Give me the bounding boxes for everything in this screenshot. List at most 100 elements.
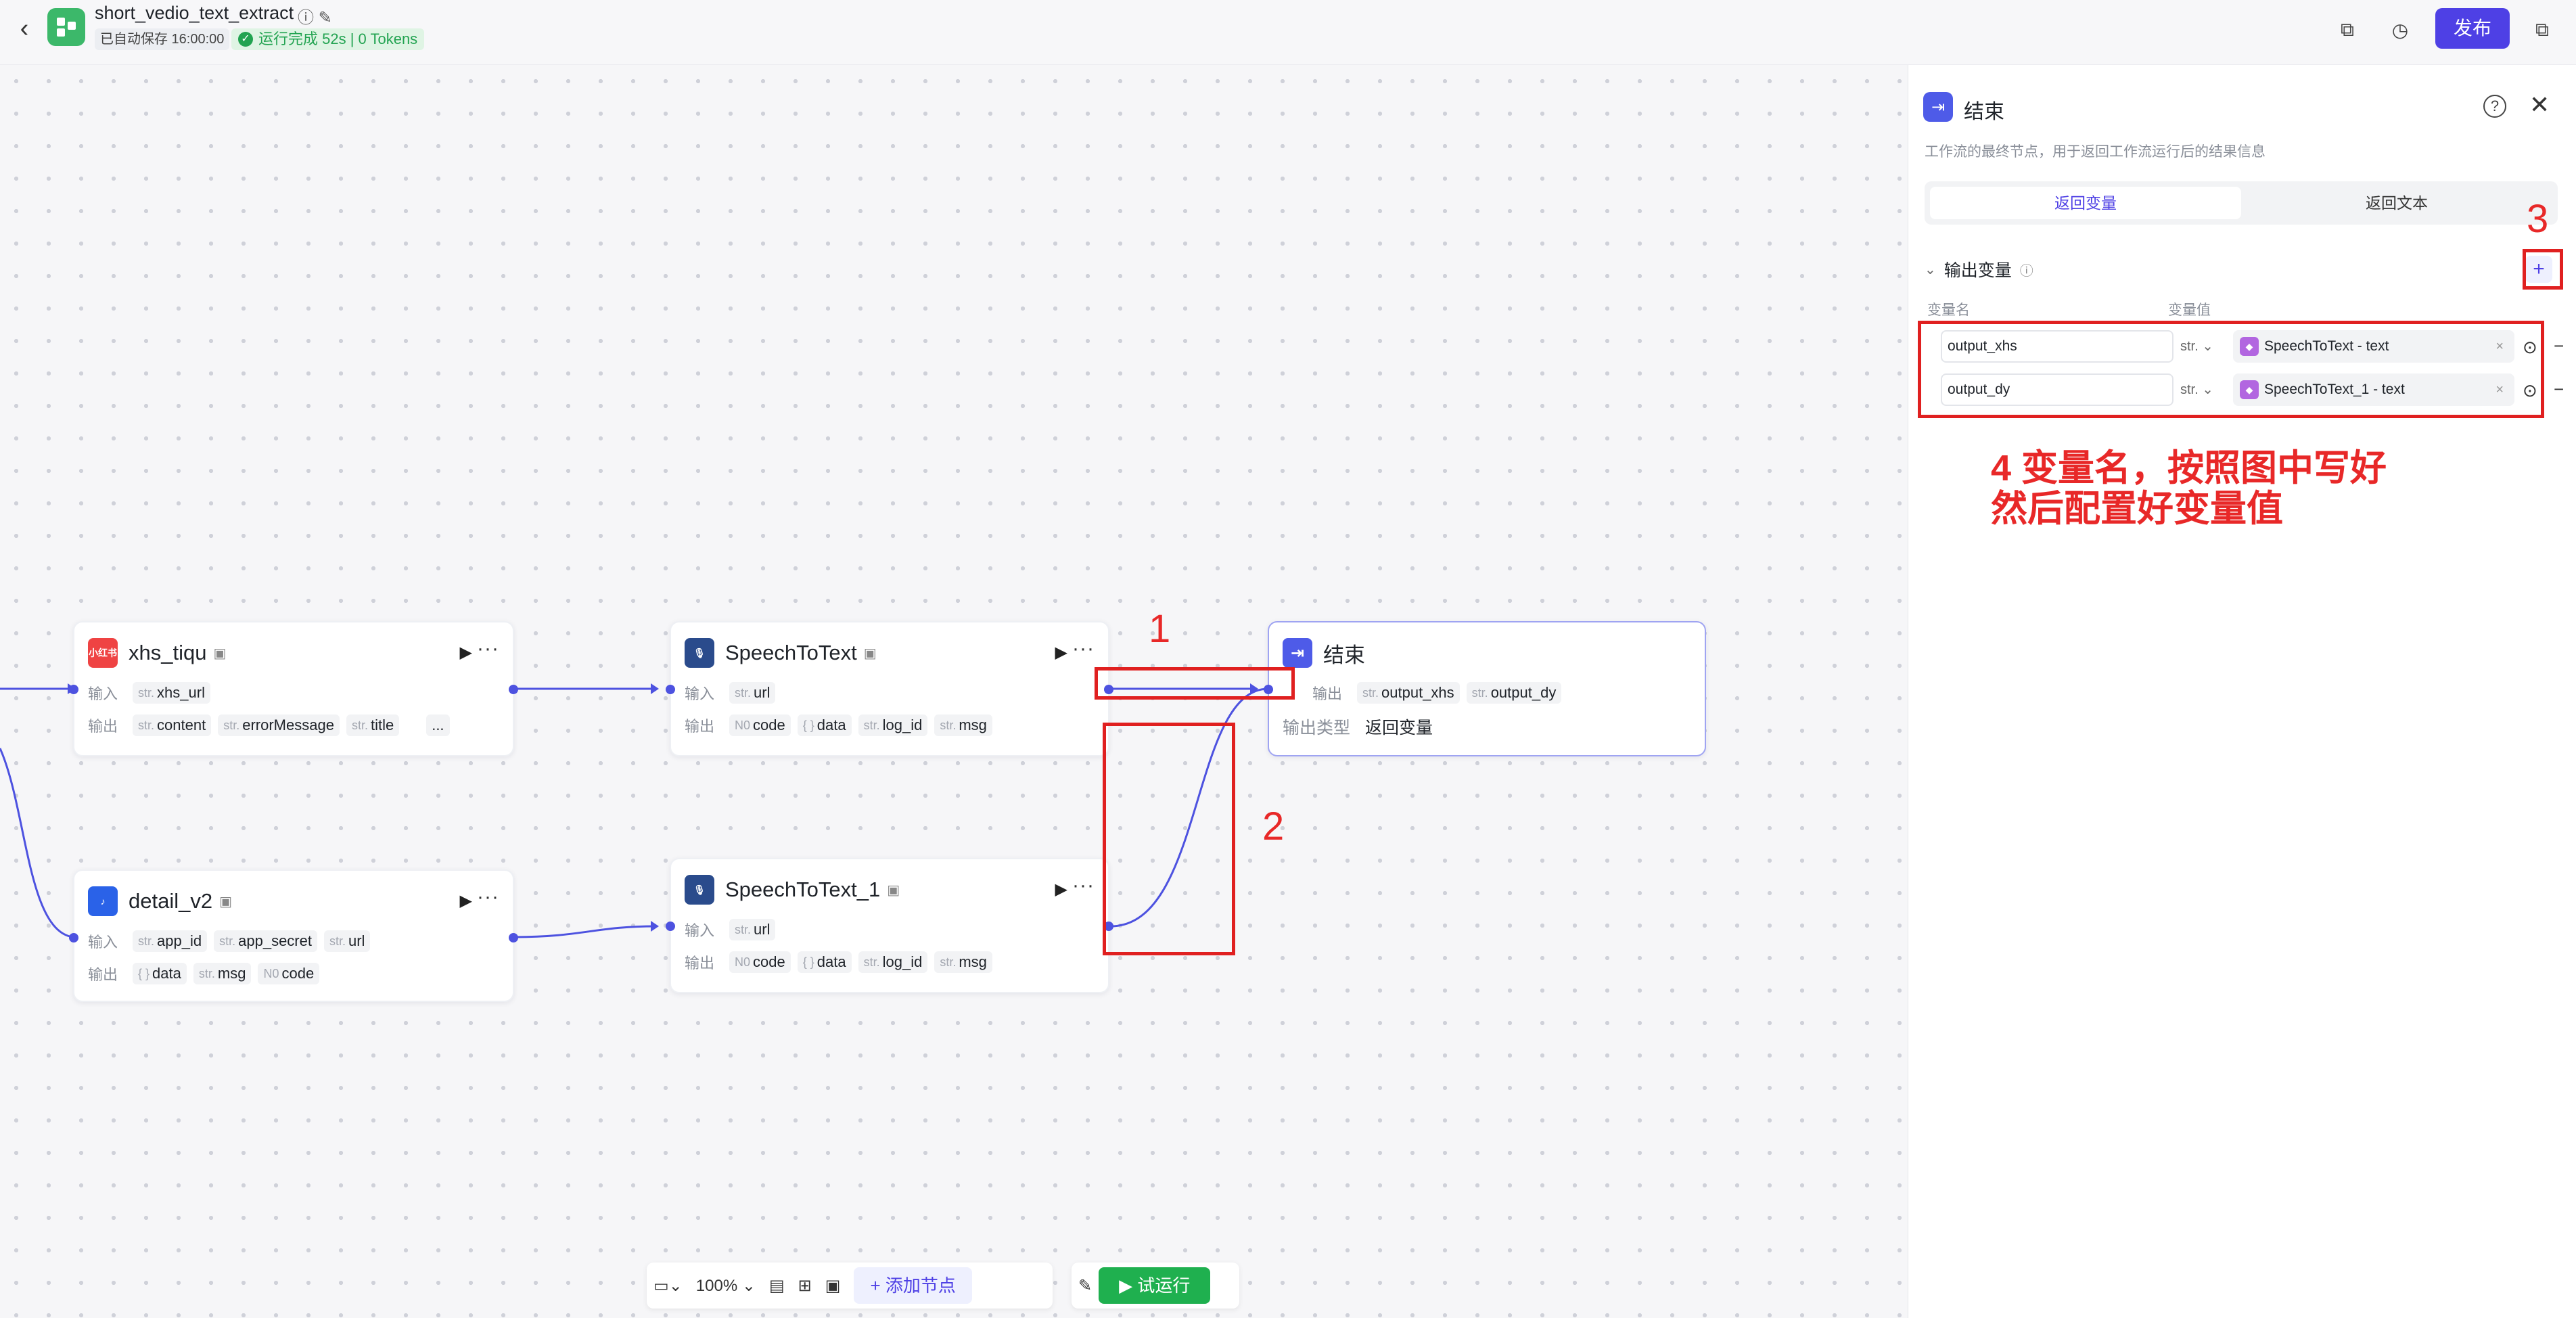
param-name: msg (959, 953, 987, 970)
chevron-left-icon[interactable]: ‹ (11, 14, 38, 43)
input-port[interactable] (666, 685, 675, 694)
publish-button[interactable]: 发布 (2435, 8, 2510, 49)
edit-icon[interactable]: ✎ (319, 9, 332, 27)
history-icon[interactable]: ◷ (2385, 15, 2415, 45)
node-title: detail_v2 (129, 889, 213, 913)
input-row: 输入 str. url (685, 919, 776, 940)
param-tag: str. title (346, 714, 400, 736)
output-label: 输出 (88, 966, 118, 983)
more-icon[interactable]: ··· (1072, 874, 1095, 897)
output-port[interactable] (509, 685, 518, 694)
param-tag: N0 code (729, 714, 791, 736)
param-name: msg (217, 965, 246, 982)
workflow-canvas[interactable]: 小红书 xhs_tiqu ▣ ▶ ··· 输入 str. xhs_url 输出 s… (0, 65, 1908, 1318)
annotation-box-1 (1095, 667, 1295, 700)
type-label: str. (940, 718, 957, 732)
type-label: str. (198, 966, 215, 980)
title-actions: ⓘ ✎ (298, 4, 332, 28)
annotation-number-3: 3 (2527, 197, 2549, 241)
param-name: url (754, 921, 770, 938)
debug-icon[interactable]: ✎ (1078, 1276, 1092, 1296)
param-name: log_id (882, 717, 923, 733)
more-params-button[interactable]: ... (426, 714, 450, 736)
zoom-value: 100% (695, 1276, 738, 1295)
play-icon[interactable]: ▶ (1055, 880, 1067, 899)
play-icon[interactable]: ▶ (1055, 643, 1067, 662)
info-icon[interactable]: ⓘ (298, 9, 314, 27)
node-header: 小红书 xhs_tiqu ▣ (88, 636, 499, 670)
output-type-row: 输出类型 返回变量 (1283, 714, 1433, 739)
param-tag: str. app_id (133, 930, 208, 952)
plugin-badge-icon: ▣ (213, 645, 227, 661)
type-label: { } (138, 966, 150, 980)
end-icon: ⇥ (1923, 92, 1953, 122)
node-end[interactable]: ⇥ 结束 输出 str. output_xhs str. output_dy 输出类… (1264, 621, 1706, 756)
copy-icon[interactable]: ⧉ (2332, 15, 2362, 45)
output-row: 输出 str. content str. errorMessage str. titl… (88, 714, 450, 736)
param-tag: str. output_xhs (1357, 682, 1460, 704)
tab-return-variable[interactable]: 返回变量 (1930, 187, 2241, 219)
duplicate-icon[interactable]: ⧉ (2527, 15, 2557, 45)
minimap-icon[interactable]: ▭⌄ (653, 1276, 683, 1296)
param-name: xhs_url (157, 684, 205, 701)
comment-icon[interactable]: ▤ (769, 1276, 785, 1296)
end-node-config-panel: ⇥ 结束 ? ✕ 工作流的最终节点，用于返回工作流运行后的结果信息 返回变量 返… (1908, 65, 2576, 1318)
close-icon[interactable]: ✕ (2529, 91, 2550, 119)
type-label: N0 (263, 966, 279, 980)
speech-plugin-icon: 🎙 (685, 875, 714, 905)
param-name: code (281, 965, 315, 982)
type-label: str. (940, 955, 957, 969)
input-port[interactable] (666, 922, 675, 931)
node-speech-to-text[interactable]: 🎙 SpeechToText ▣ ▶ ··· 输入 str. url 输出 N0 c… (666, 621, 1113, 756)
play-icon[interactable]: ▶ (460, 891, 472, 911)
run-status-badge: ✓ 运行完成 52s | 0 Tokens (231, 28, 425, 50)
input-label: 输入 (88, 934, 118, 951)
run-status-text: 运行完成 52s | 0 Tokens (258, 30, 418, 47)
param-name: log_id (882, 953, 923, 970)
output-label: 输出 (685, 955, 715, 972)
annotation-number-2: 2 (1262, 804, 1285, 848)
end-icon: ⇥ (1283, 638, 1312, 668)
edge-in-detail (0, 748, 74, 938)
output-row: 输出 N0 code { } data str. log_id str. msg (685, 714, 992, 736)
annotation-line-2: 然后配置好变量值 (1991, 488, 2283, 530)
output-row: 输出 { } data str. msg N0 code (88, 963, 320, 984)
layout-icon[interactable]: ⊞ (798, 1276, 812, 1296)
annotation-box-2 (1103, 723, 1235, 955)
more-icon[interactable]: ··· (477, 886, 499, 909)
speech-plugin-icon: 🎙 (685, 638, 714, 668)
node-title: SpeechToText (725, 641, 857, 664)
param-tag: str. msg (934, 951, 992, 973)
play-icon[interactable]: ▶ (460, 643, 472, 662)
more-icon[interactable]: ··· (477, 637, 499, 660)
type-label: N0 (735, 955, 751, 969)
input-port[interactable] (69, 933, 78, 942)
node-speech-to-text-1[interactable]: 🎙 SpeechToText_1 ▣ ▶ ··· 输入 str. url 输出 N… (666, 858, 1113, 993)
node-xhs-tiqu[interactable]: 小红书 xhs_tiqu ▣ ▶ ··· 输入 str. xhs_url 输出 s… (69, 621, 518, 756)
remove-row-button[interactable]: − (2554, 336, 2564, 357)
type-label: str. (138, 718, 155, 732)
param-name: output_dy (1490, 684, 1557, 701)
remove-row-button[interactable]: − (2554, 379, 2564, 400)
param-name: code (753, 953, 785, 970)
node-detail-v2[interactable]: ♪ detail_v2 ▣ ▶ ··· 输入 str. app_id str. ap… (69, 869, 518, 1002)
output-variables-section[interactable]: ⌄ 输出变量 ⓘ (1925, 257, 2033, 281)
fit-view-icon[interactable]: ▣ (825, 1276, 841, 1296)
zoom-select[interactable]: 100% ⌄ (696, 1276, 756, 1296)
help-icon[interactable]: ? (2483, 95, 2506, 118)
type-label: str. (138, 934, 155, 948)
annotation-text: 4 变量名，按照图中写好 然后配置好变量值 (1991, 448, 2387, 530)
plugin-badge-icon: ▣ (887, 882, 900, 898)
more-icon[interactable]: ··· (1072, 637, 1095, 660)
add-node-button[interactable]: + 添加节点 (854, 1267, 972, 1304)
param-tag: { } data (797, 951, 852, 973)
app-logo (47, 8, 85, 46)
node-title: SpeechToText_1 (725, 878, 881, 901)
chevron-down-icon[interactable]: ⌄ (1925, 261, 1936, 278)
test-run-button[interactable]: ▶ 试运行 (1099, 1267, 1211, 1304)
tab-return-text[interactable]: 返回文本 (2241, 187, 2552, 219)
node-title: 结束 (1323, 643, 1365, 667)
output-port[interactable] (509, 933, 518, 942)
input-port[interactable] (69, 685, 78, 694)
param-name: app_id (157, 932, 202, 949)
